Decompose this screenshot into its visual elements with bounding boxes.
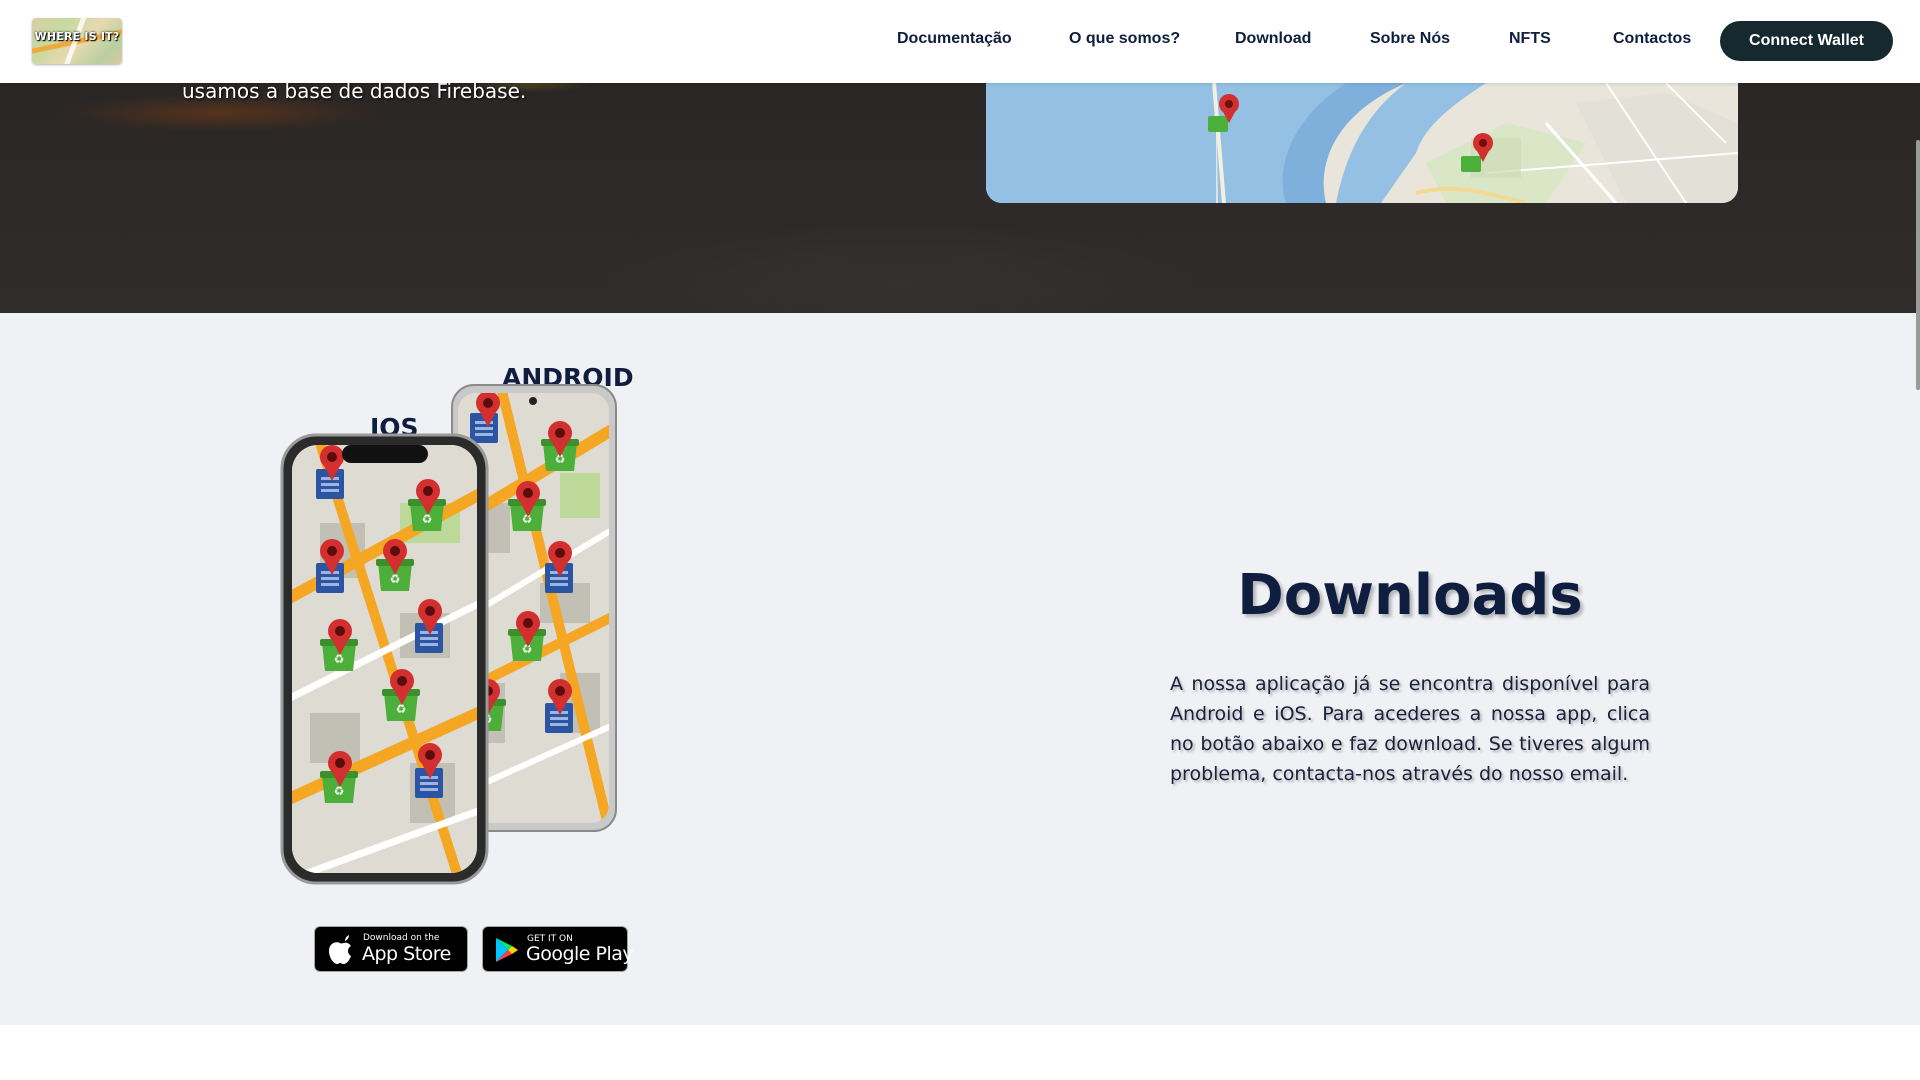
app-store-small-text: Download on the <box>363 933 440 943</box>
hero-section: usamos a base de dados Firebase. <box>0 79 1920 313</box>
map-preview <box>986 83 1738 203</box>
nav-sobre-nos[interactable]: Sobre Nós <box>1370 30 1450 48</box>
downloads-title: Downloads <box>1237 563 1583 628</box>
nav-nfts[interactable]: NFTS <box>1509 30 1551 48</box>
apple-icon <box>329 935 351 964</box>
scrollbar-thumb[interactable] <box>1916 140 1920 390</box>
google-play-button[interactable]: GET IT ON Google Play <box>482 926 634 972</box>
phones-illustration: ♻ <box>280 384 617 885</box>
google-play-icon <box>496 938 518 962</box>
nav-contactos[interactable]: Contactos <box>1613 30 1691 48</box>
app-store-button[interactable]: Download on the App Store <box>314 926 468 972</box>
map-illustration <box>986 83 1738 203</box>
nav-documentacao[interactable]: Documentação <box>897 30 1012 48</box>
ios-phone <box>280 433 489 885</box>
downloads-description: A nossa aplicação já se encontra disponí… <box>1170 673 1650 785</box>
site-header: WHERE IS IT? Documentação O que somos? D… <box>0 0 1920 83</box>
nav-o-que-somos[interactable]: O que somos? <box>1069 30 1180 48</box>
app-store-big-text: App Store <box>362 943 451 965</box>
nav-download[interactable]: Download <box>1235 30 1311 48</box>
google-play-big-text: Google Play <box>526 943 634 965</box>
logo[interactable]: WHERE IS IT? <box>32 18 122 64</box>
logo-text: WHERE IS IT? <box>34 30 120 43</box>
connect-wallet-button[interactable]: Connect Wallet <box>1720 21 1893 61</box>
downloads-section: ANDROID IOS ♻ Downloads A nossa aplicaçã… <box>0 313 1920 1025</box>
